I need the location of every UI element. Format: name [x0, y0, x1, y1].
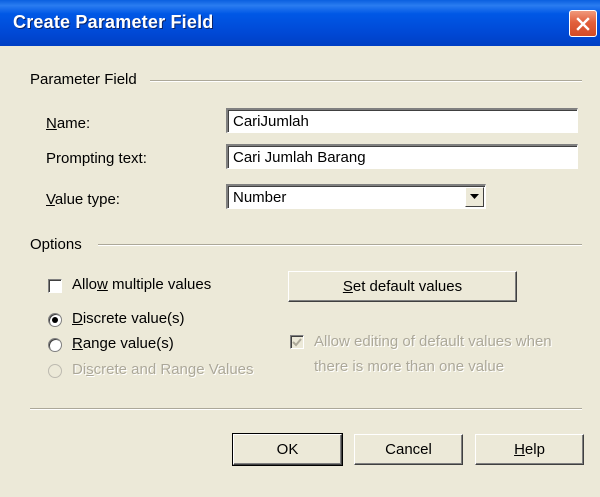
allow-editing-label-line2: there is more than one value — [314, 358, 505, 375]
range-values-radio[interactable] — [48, 338, 62, 352]
value-type-dropdown-button[interactable] — [465, 187, 484, 207]
parameter-field-group-label: Parameter Field — [30, 71, 137, 88]
checkmark-icon — [292, 338, 302, 347]
options-divider — [98, 244, 582, 246]
set-default-values-button[interactable]: Set default values — [288, 271, 517, 302]
discrete-values-radio[interactable] — [48, 313, 62, 327]
options-group-label: Options — [30, 236, 82, 253]
value-type-label: Value type: — [46, 191, 120, 208]
name-input[interactable]: CariJumlah — [226, 108, 578, 133]
allow-multiple-values-label[interactable]: Allow multiple values — [72, 276, 211, 293]
prompting-text-input[interactable]: Cari Jumlah Barang — [226, 144, 578, 169]
discrete-and-range-label: Discrete and Range Values — [72, 361, 254, 378]
discrete-and-range-radio — [48, 364, 62, 378]
parameter-field-divider — [150, 80, 582, 82]
help-button[interactable]: Help — [475, 434, 584, 465]
value-type-selected: Number — [233, 189, 287, 206]
allow-editing-label-line1: Allow editing of default values when — [314, 333, 552, 350]
range-values-label[interactable]: Range value(s) — [72, 335, 174, 352]
discrete-values-label[interactable]: Discrete value(s) — [72, 310, 185, 327]
ok-button[interactable]: OK — [232, 433, 343, 466]
prompting-text-label: Prompting text: — [46, 150, 147, 167]
allow-editing-checkbox — [290, 335, 304, 349]
cancel-button[interactable]: Cancel — [354, 434, 463, 465]
close-button[interactable] — [569, 10, 597, 37]
radio-selected-dot — [52, 317, 58, 323]
chevron-down-icon — [470, 194, 479, 199]
allow-multiple-values-checkbox[interactable] — [48, 279, 62, 293]
name-label: Name: — [46, 115, 91, 132]
close-icon — [576, 16, 590, 31]
title-bar[interactable]: Create Parameter Field — [0, 0, 600, 46]
window-title: Create Parameter Field — [13, 12, 214, 32]
bottom-divider — [30, 408, 582, 410]
value-type-select[interactable]: Number — [226, 184, 486, 209]
